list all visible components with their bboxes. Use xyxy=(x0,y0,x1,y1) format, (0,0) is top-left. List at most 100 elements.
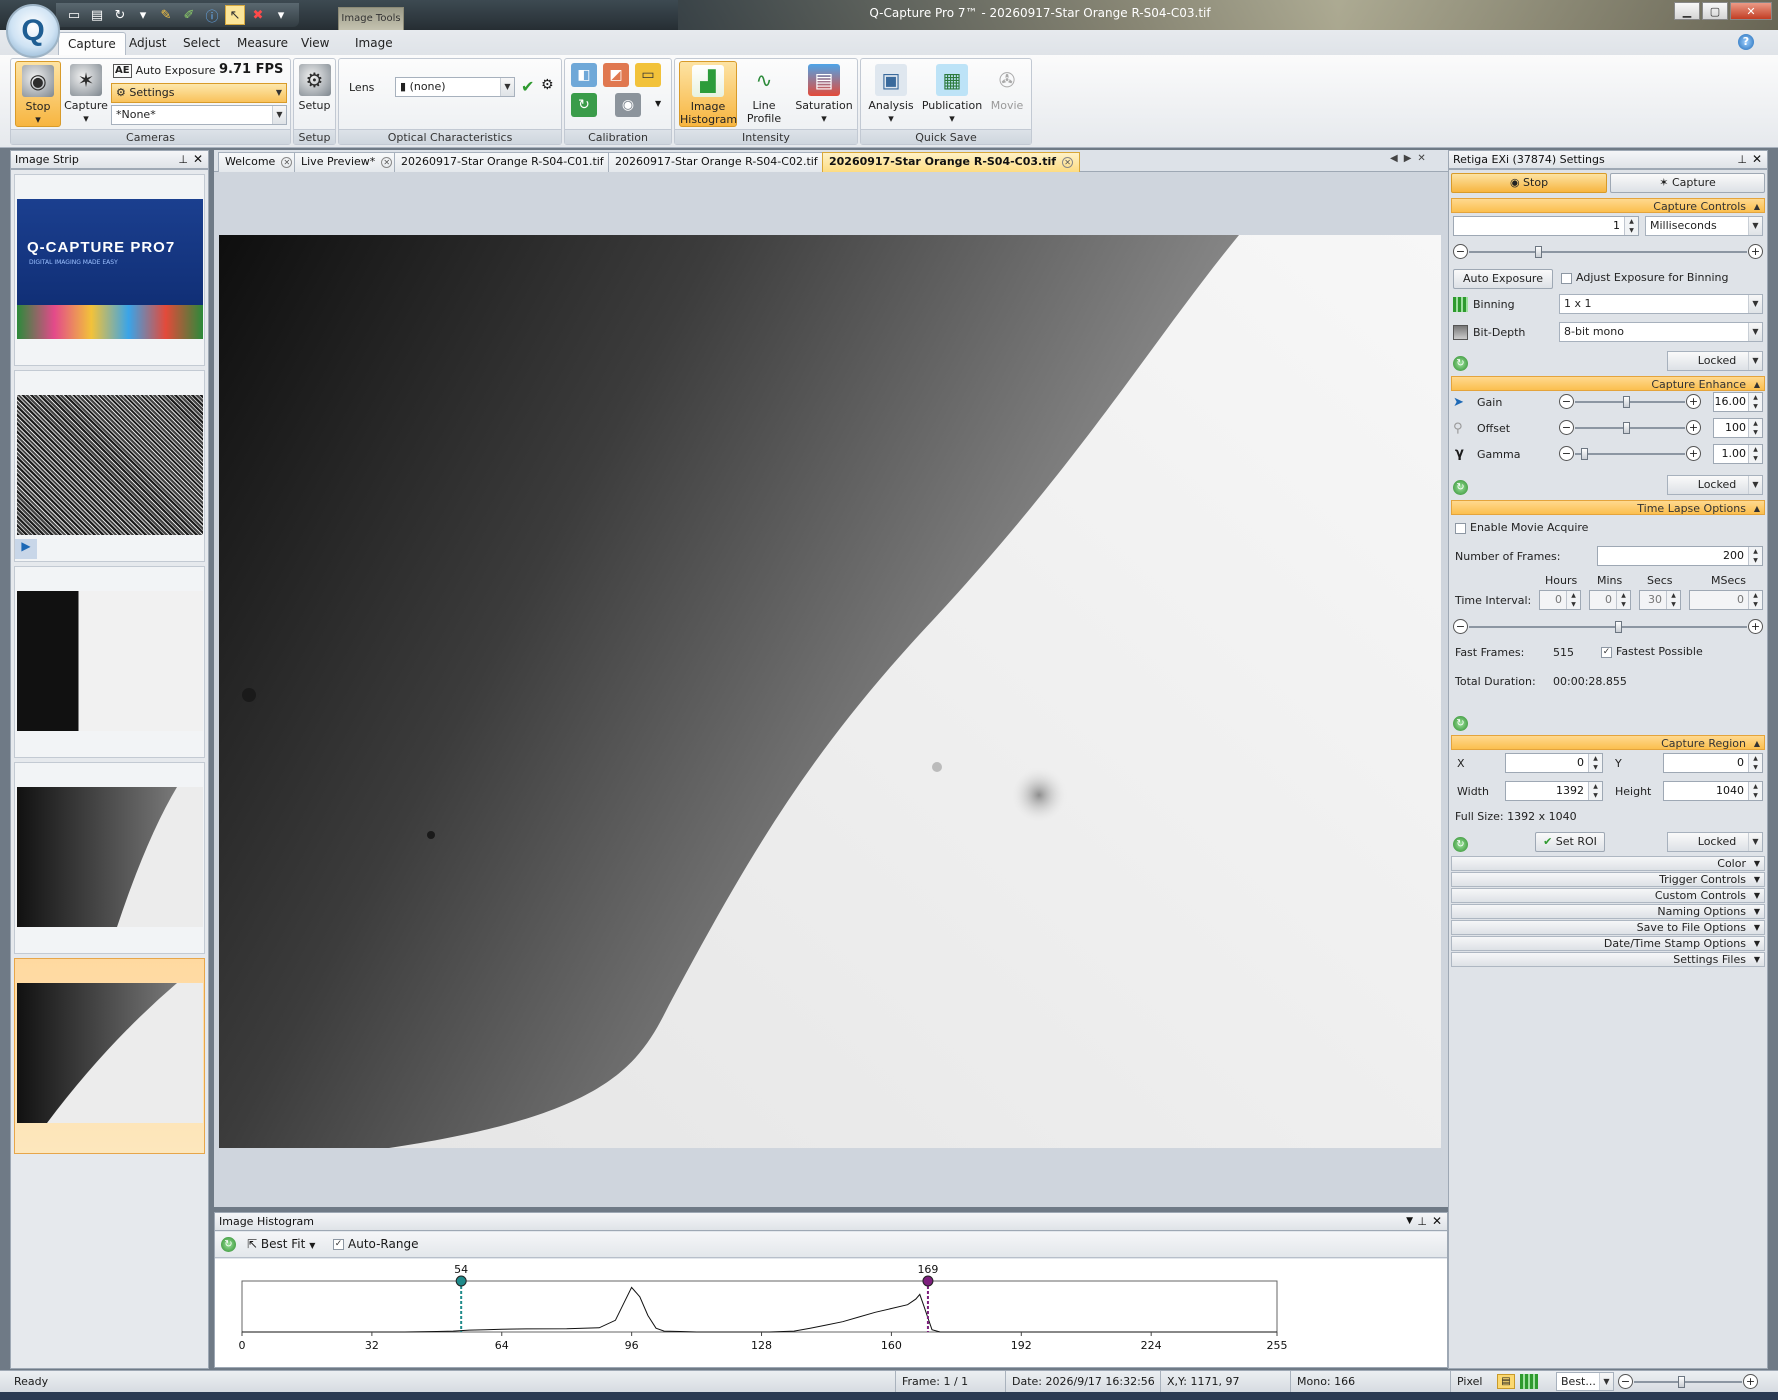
help-icon[interactable]: ? xyxy=(1738,34,1754,50)
apply-check-icon[interactable]: ✔ xyxy=(521,77,534,96)
enhance-lock-dropdown[interactable]: Locked ▼ xyxy=(1667,475,1763,495)
refresh-icon[interactable]: ↻ xyxy=(1453,716,1468,731)
info-icon[interactable]: ⓘ xyxy=(202,5,222,25)
adjust-binning-checkbox[interactable]: Adjust Exposure for Binning xyxy=(1561,271,1728,284)
tab-image[interactable]: Image xyxy=(346,32,402,55)
spinner-icon[interactable]: ▲ ▼ xyxy=(1748,782,1762,800)
capture-controls-header[interactable]: Capture Controls xyxy=(1451,198,1765,214)
binning-dropdown[interactable]: 1 x 1 ▼ xyxy=(1559,294,1763,314)
enable-movie-checkbox[interactable]: Enable Movie Acquire xyxy=(1455,521,1588,534)
auto-exposure-button[interactable]: AE Auto Exposure xyxy=(113,61,216,81)
dropdown-icon[interactable]: ▾ xyxy=(133,5,153,25)
refresh-icon[interactable]: ↻ xyxy=(1453,837,1468,852)
flat-field-icon[interactable]: ◩ xyxy=(603,63,629,87)
decrease-icon[interactable]: − xyxy=(1453,619,1468,634)
frames-input[interactable]: 200 ▲ ▼ xyxy=(1597,546,1763,566)
saturation-button[interactable]: ▤ Saturation ▾ xyxy=(793,61,855,127)
mins-input[interactable]: 0 ▲ ▼ xyxy=(1589,590,1631,610)
increase-icon[interactable]: + xyxy=(1686,394,1701,409)
set-roi-button[interactable]: ✔ Set ROI xyxy=(1535,832,1605,852)
decrease-icon[interactable]: − xyxy=(1453,244,1468,259)
redo-icon[interactable]: ↻ xyxy=(110,5,130,25)
close-tab-icon[interactable]: ✕ xyxy=(381,156,393,168)
thumbnail-c02[interactable] xyxy=(14,762,205,954)
tab-select[interactable]: Select xyxy=(174,32,229,55)
tab-welcome[interactable]: Welcome ✕ xyxy=(218,152,300,172)
spinner-icon[interactable]: ▲ ▼ xyxy=(1748,591,1762,609)
stop-button[interactable]: ◉ Stop ▾ xyxy=(15,61,61,127)
thumbnail-welcome[interactable]: Q-CAPTURE PRO7 DIGITAL IMAGING MADE EASY xyxy=(14,174,205,366)
tab-c02[interactable]: 20260917-Star Orange R-S04-C02.tif✕ xyxy=(608,152,842,172)
dark-frame-icon[interactable]: ◧ xyxy=(571,63,597,87)
custom-controls-section[interactable]: Custom Controls xyxy=(1451,888,1765,903)
customize-icon[interactable]: ▾ xyxy=(271,5,291,25)
decrease-icon[interactable]: − xyxy=(1559,420,1574,435)
offset-input[interactable]: 100 ▲ ▼ xyxy=(1713,418,1763,438)
image-tools-context-tab[interactable]: Image Tools xyxy=(338,7,404,30)
close-icon[interactable]: ✕ xyxy=(1752,151,1762,168)
secs-input[interactable]: 30 ▲ ▼ xyxy=(1639,590,1681,610)
tab-measure[interactable]: Measure xyxy=(228,32,297,55)
pencil-icon[interactable]: ✎ xyxy=(156,5,176,25)
spinner-icon[interactable]: ▲ ▼ xyxy=(1588,782,1602,800)
tab-view[interactable]: View xyxy=(292,32,338,55)
zoom-dropdown[interactable]: Best... ▼ xyxy=(1556,1372,1614,1391)
analysis-button[interactable]: ▣ Analysis ▾ xyxy=(865,61,917,127)
close-red-icon[interactable]: ✖ xyxy=(248,5,268,25)
lens-dropdown[interactable]: ▮ (none) ▼ xyxy=(395,77,515,97)
best-fit-button[interactable]: ⇱ Best Fit ▼ xyxy=(247,1237,315,1251)
region-lock-dropdown[interactable]: Locked ▼ xyxy=(1667,832,1763,852)
lens-settings-icon[interactable]: ⚙ xyxy=(541,77,554,93)
tab-c01[interactable]: 20260917-Star Orange R-S04-C01.tif✕ xyxy=(394,152,628,172)
exposure-slider[interactable]: − + xyxy=(1453,244,1763,260)
spinner-icon[interactable]: ▲ ▼ xyxy=(1748,445,1762,463)
increase-icon[interactable]: + xyxy=(1748,619,1763,634)
spinner-icon[interactable]: ▲ ▼ xyxy=(1748,754,1762,772)
pin-icon[interactable]: ⊥ xyxy=(1417,1213,1427,1230)
close-icon[interactable]: ✕ xyxy=(193,151,203,168)
maximize-icon[interactable]: ▢ xyxy=(1702,2,1728,20)
gain-input[interactable]: 16.00 ▲ ▼ xyxy=(1713,392,1763,412)
zoom-slider[interactable]: − + xyxy=(1618,1374,1758,1390)
increase-icon[interactable]: + xyxy=(1686,420,1701,435)
hours-input[interactable]: 0 ▲ ▼ xyxy=(1539,590,1581,610)
save-icon[interactable]: ▤ xyxy=(87,5,107,25)
zoom-in-icon[interactable]: + xyxy=(1743,1374,1758,1389)
minimize-icon[interactable]: ▁ xyxy=(1674,2,1700,20)
slider-thumb[interactable] xyxy=(1623,422,1630,434)
settings-files-section[interactable]: Settings Files xyxy=(1451,952,1765,967)
spinner-icon[interactable]: ▲ ▼ xyxy=(1748,419,1762,437)
spinner-icon[interactable]: ▲ ▼ xyxy=(1624,217,1638,235)
tab-adjust[interactable]: Adjust xyxy=(120,32,176,55)
date-time-stamp-section[interactable]: Date/Time Stamp Options xyxy=(1451,936,1765,951)
offset-slider[interactable]: − + xyxy=(1559,420,1701,436)
increase-icon[interactable]: + xyxy=(1748,244,1763,259)
refresh-icon[interactable]: ↻ xyxy=(221,1237,236,1252)
tab-navigation[interactable]: ◀▶✕ xyxy=(1390,153,1432,164)
exposure-unit-dropdown[interactable]: Milliseconds ▼ xyxy=(1645,216,1763,236)
bit-depth-dropdown[interactable]: 8-bit mono ▼ xyxy=(1559,322,1763,342)
histogram-chart[interactable]: 0 32 64 96 128 160 192 224 255 54 169 xyxy=(215,1259,1447,1367)
naming-options-section[interactable]: Naming Options xyxy=(1451,904,1765,919)
gamma-input[interactable]: 1.00 ▲ ▼ xyxy=(1713,444,1763,464)
brush-icon[interactable]: ✐ xyxy=(179,5,199,25)
spinner-icon[interactable]: ▲ ▼ xyxy=(1748,547,1762,565)
spinner-icon[interactable]: ▲ ▼ xyxy=(1566,591,1580,609)
chevron-down-icon[interactable]: ▼ xyxy=(1406,1213,1413,1230)
pin-icon[interactable]: ⊥ xyxy=(178,151,188,168)
setup-button[interactable]: ⚙ Setup xyxy=(294,61,335,127)
publication-button[interactable]: ▦ Publication ▾ xyxy=(919,61,985,127)
slider-thumb[interactable] xyxy=(1581,448,1588,460)
controls-lock-dropdown[interactable]: Locked ▼ xyxy=(1667,351,1763,371)
gamma-slider[interactable]: − + xyxy=(1559,446,1701,462)
increase-icon[interactable]: + xyxy=(1686,446,1701,461)
thumbnail-c03[interactable] xyxy=(14,958,205,1154)
preset-dropdown[interactable]: *None* ▼ xyxy=(111,105,287,125)
time-lapse-header[interactable]: Time Lapse Options xyxy=(1451,500,1765,516)
spinner-icon[interactable]: ▲ ▼ xyxy=(1666,591,1680,609)
interval-slider[interactable]: − + xyxy=(1453,619,1763,635)
refresh-icon[interactable]: ↻ xyxy=(1453,480,1468,495)
line-profile-button[interactable]: ∿ Line Profile xyxy=(739,61,789,127)
zoom-out-icon[interactable]: − xyxy=(1618,1374,1633,1389)
slider-thumb[interactable] xyxy=(1623,396,1630,408)
